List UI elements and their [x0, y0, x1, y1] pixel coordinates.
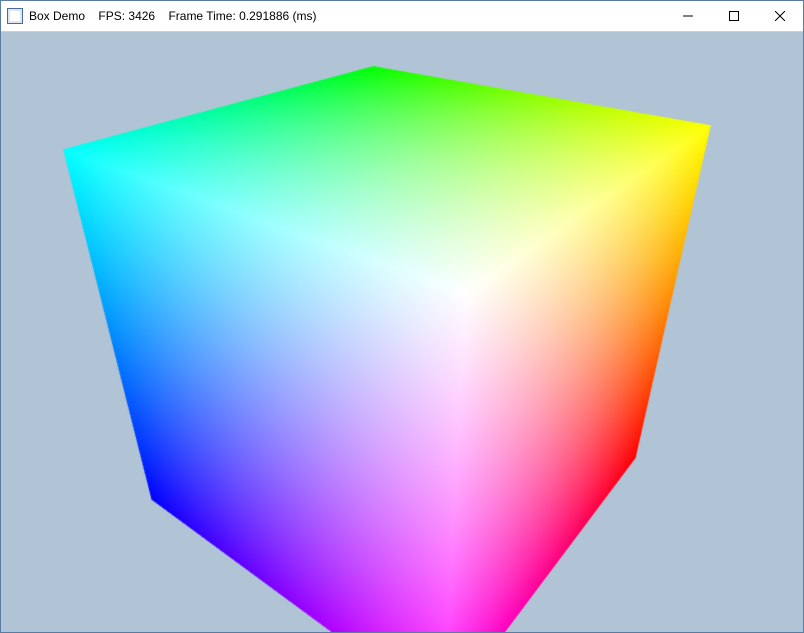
- client-area[interactable]: [1, 32, 803, 632]
- title-area: Box Demo FPS: 3426 Frame Time: 0.291886 …: [1, 8, 665, 24]
- window-title: Box Demo FPS: 3426 Frame Time: 0.291886 …: [29, 9, 317, 23]
- fps-value: 3426: [128, 9, 155, 23]
- minimize-button[interactable]: [665, 1, 711, 31]
- window-controls: [665, 1, 803, 31]
- frametime-value: 0.291886: [239, 9, 289, 23]
- application-window: Box Demo FPS: 3426 Frame Time: 0.291886 …: [0, 0, 804, 633]
- maximize-button[interactable]: [711, 1, 757, 31]
- titlebar[interactable]: Box Demo FPS: 3426 Frame Time: 0.291886 …: [1, 1, 803, 32]
- close-icon: [775, 11, 785, 21]
- maximize-icon: [729, 11, 739, 21]
- frametime-unit: (ms): [293, 9, 317, 23]
- app-icon: [7, 8, 23, 24]
- minimize-icon: [683, 11, 693, 21]
- app-name: Box Demo: [29, 9, 85, 23]
- frametime-label: Frame Time:: [168, 9, 235, 23]
- render-canvas[interactable]: [1, 32, 803, 632]
- close-button[interactable]: [757, 1, 803, 31]
- fps-label: FPS:: [98, 9, 125, 23]
